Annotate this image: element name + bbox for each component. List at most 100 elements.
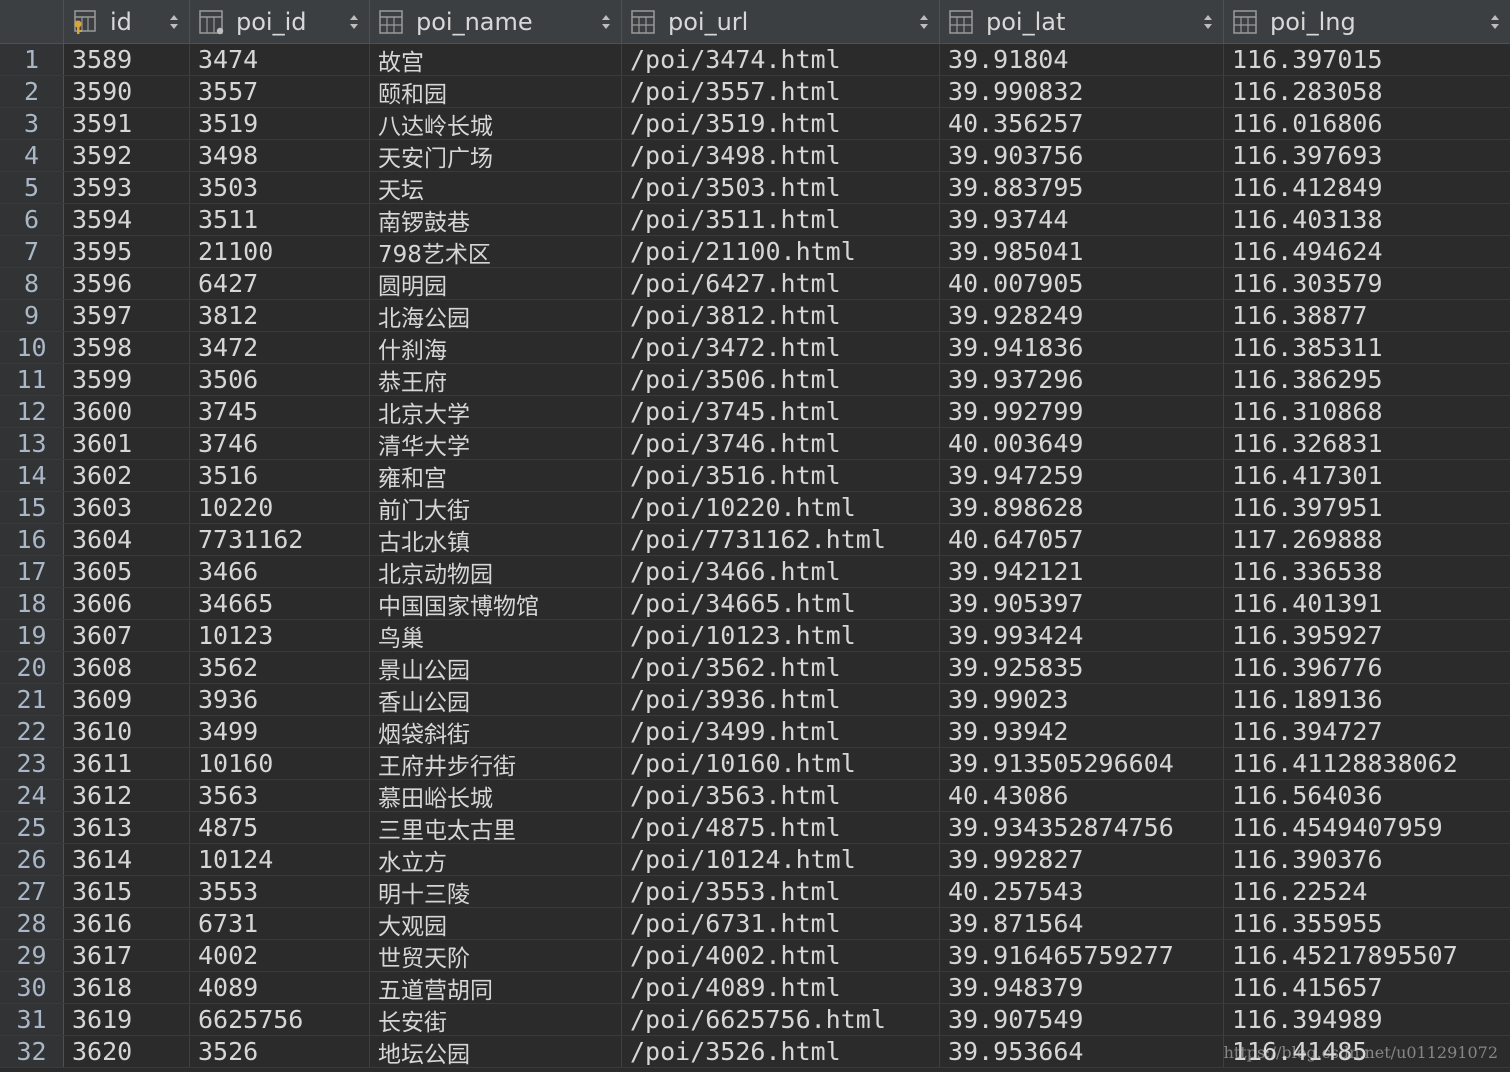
cell-id[interactable]: 3592: [64, 140, 190, 171]
cell-poi-lng[interactable]: 116.394727: [1224, 716, 1510, 747]
cell-poi-url[interactable]: /poi/34665.html: [622, 588, 940, 619]
cell-poi-name[interactable]: 清华大学: [370, 428, 622, 459]
cell-poi-lat[interactable]: 39.990832: [940, 76, 1224, 107]
cell-poi-id[interactable]: 6427: [190, 268, 370, 299]
cell-poi-lat[interactable]: 39.898628: [940, 492, 1224, 523]
cell-poi-id[interactable]: 3936: [190, 684, 370, 715]
cell-poi-lat[interactable]: 39.93744: [940, 204, 1224, 235]
table-row[interactable]: 22 3610 3499 烟袋斜街/poi/3499.html 39.93942 116.…: [0, 716, 1510, 748]
cell-poi-url[interactable]: /poi/10124.html: [622, 844, 940, 875]
table-row[interactable]: 24 3612 3563 慕田峪长城/poi/3563.html 40.43086 116…: [0, 780, 1510, 812]
row-number-cell[interactable]: 28: [0, 908, 64, 939]
cell-poi-lat[interactable]: 39.913505296604: [940, 748, 1224, 779]
cell-poi-lng[interactable]: 116.386295: [1224, 364, 1510, 395]
cell-id[interactable]: 3620: [64, 1036, 190, 1067]
table-row[interactable]: 7 3595 21100 798艺术区/poi/21100.html 39.985041…: [0, 236, 1510, 268]
cell-poi-lat[interactable]: 39.925835: [940, 652, 1224, 683]
row-number-cell[interactable]: 25: [0, 812, 64, 843]
cell-poi-name[interactable]: 鸟巢: [370, 620, 622, 651]
cell-id[interactable]: 3619: [64, 1004, 190, 1035]
cell-id[interactable]: 3598: [64, 332, 190, 363]
cell-poi-lat[interactable]: 39.91804: [940, 44, 1224, 75]
cell-poi-name[interactable]: 烟袋斜街: [370, 716, 622, 747]
row-number-cell[interactable]: 15: [0, 492, 64, 523]
cell-id[interactable]: 3597: [64, 300, 190, 331]
cell-poi-url[interactable]: /poi/6625756.html: [622, 1004, 940, 1035]
cell-poi-url[interactable]: /poi/10220.html: [622, 492, 940, 523]
cell-poi-id[interactable]: 3511: [190, 204, 370, 235]
cell-poi-url[interactable]: /poi/3562.html: [622, 652, 940, 683]
cell-poi-lat[interactable]: 39.99023: [940, 684, 1224, 715]
cell-poi-name[interactable]: 北京大学: [370, 396, 622, 427]
sort-icon[interactable]: [1490, 14, 1500, 30]
cell-poi-lat[interactable]: 40.43086: [940, 780, 1224, 811]
cell-poi-url[interactable]: /poi/3557.html: [622, 76, 940, 107]
cell-poi-url[interactable]: /poi/3466.html: [622, 556, 940, 587]
row-number-cell[interactable]: 17: [0, 556, 64, 587]
table-row[interactable]: 5 3593 3503 天坛/poi/3503.html 39.883795 116.41…: [0, 172, 1510, 204]
cell-poi-name[interactable]: 王府井步行街: [370, 748, 622, 779]
cell-poi-url[interactable]: /poi/6427.html: [622, 268, 940, 299]
cell-poi-name[interactable]: 北海公园: [370, 300, 622, 331]
cell-poi-id[interactable]: 3472: [190, 332, 370, 363]
cell-id[interactable]: 3596: [64, 268, 190, 299]
cell-poi-name[interactable]: 慕田峪长城: [370, 780, 622, 811]
cell-poi-lat[interactable]: 40.257543: [940, 876, 1224, 907]
cell-poi-lat[interactable]: 39.947259: [940, 460, 1224, 491]
cell-poi-lat[interactable]: 39.928249: [940, 300, 1224, 331]
cell-poi-name[interactable]: 颐和园: [370, 76, 622, 107]
cell-poi-name[interactable]: 什刹海: [370, 332, 622, 363]
row-number-cell[interactable]: 7: [0, 236, 64, 267]
table-row[interactable]: 10 3598 3472 什刹海/poi/3472.html 39.941836 116.…: [0, 332, 1510, 364]
cell-poi-lat[interactable]: 39.907549: [940, 1004, 1224, 1035]
cell-poi-lat[interactable]: 39.903756: [940, 140, 1224, 171]
row-number-cell[interactable]: 6: [0, 204, 64, 235]
table-row[interactable]: 9 3597 3812 北海公园/poi/3812.html 39.928249 116.…: [0, 300, 1510, 332]
table-row[interactable]: 11 3599 3506 恭王府/poi/3506.html 39.937296 116.…: [0, 364, 1510, 396]
cell-id[interactable]: 3604: [64, 524, 190, 555]
cell-poi-id[interactable]: 3745: [190, 396, 370, 427]
table-row[interactable]: 25 3613 4875 三里屯太古里/poi/4875.html 39.9343528…: [0, 812, 1510, 844]
table-row[interactable]: 26 3614 10124 水立方/poi/10124.html 39.992827 11…: [0, 844, 1510, 876]
cell-id[interactable]: 3605: [64, 556, 190, 587]
cell-poi-lat[interactable]: 39.871564: [940, 908, 1224, 939]
cell-poi-lng[interactable]: 116.38877: [1224, 300, 1510, 331]
table-row[interactable]: 21 3609 3936 香山公园/poi/3936.html 39.99023 116.…: [0, 684, 1510, 716]
cell-poi-name[interactable]: 恭王府: [370, 364, 622, 395]
cell-poi-lng[interactable]: 116.283058: [1224, 76, 1510, 107]
cell-poi-lat[interactable]: 39.916465759277: [940, 940, 1224, 971]
cell-poi-id[interactable]: 3526: [190, 1036, 370, 1067]
cell-poi-id[interactable]: 3516: [190, 460, 370, 491]
row-number-cell[interactable]: 3: [0, 108, 64, 139]
cell-poi-lat[interactable]: 39.905397: [940, 588, 1224, 619]
row-number-cell[interactable]: 12: [0, 396, 64, 427]
cell-poi-lng[interactable]: 116.41128838062: [1224, 748, 1510, 779]
cell-poi-url[interactable]: /poi/4002.html: [622, 940, 940, 971]
cell-poi-lng[interactable]: 116.310868: [1224, 396, 1510, 427]
cell-poi-lng[interactable]: 116.016806: [1224, 108, 1510, 139]
cell-poi-id[interactable]: 4089: [190, 972, 370, 1003]
cell-poi-url[interactable]: /poi/4089.html: [622, 972, 940, 1003]
cell-poi-lng[interactable]: 116.412849: [1224, 172, 1510, 203]
cell-poi-id[interactable]: 3812: [190, 300, 370, 331]
cell-poi-lng[interactable]: 116.415657: [1224, 972, 1510, 1003]
table-row[interactable]: 4 3592 3498 天安门广场/poi/3498.html 39.903756 116…: [0, 140, 1510, 172]
row-number-cell[interactable]: 23: [0, 748, 64, 779]
row-number-cell[interactable]: 29: [0, 940, 64, 971]
cell-poi-lat[interactable]: 39.942121: [940, 556, 1224, 587]
cell-poi-lng[interactable]: 116.397951: [1224, 492, 1510, 523]
row-number-cell[interactable]: 14: [0, 460, 64, 491]
table-row[interactable]: 15 3603 10220 前门大街/poi/10220.html 39.898628 1…: [0, 492, 1510, 524]
cell-poi-id[interactable]: 7731162: [190, 524, 370, 555]
row-number-cell[interactable]: 24: [0, 780, 64, 811]
column-header-poi-url[interactable]: poi_url: [622, 0, 940, 43]
table-row[interactable]: 23 3611 10160 王府井步行街/poi/10160.html 39.91350…: [0, 748, 1510, 780]
cell-poi-name[interactable]: 水立方: [370, 844, 622, 875]
cell-id[interactable]: 3601: [64, 428, 190, 459]
table-row[interactable]: 3 3591 3519 八达岭长城/poi/3519.html 40.356257 116…: [0, 108, 1510, 140]
cell-id[interactable]: 3606: [64, 588, 190, 619]
cell-poi-lng[interactable]: 116.41485: [1224, 1036, 1510, 1067]
row-number-cell[interactable]: 31: [0, 1004, 64, 1035]
cell-poi-id[interactable]: 10160: [190, 748, 370, 779]
cell-poi-lng[interactable]: 116.401391: [1224, 588, 1510, 619]
